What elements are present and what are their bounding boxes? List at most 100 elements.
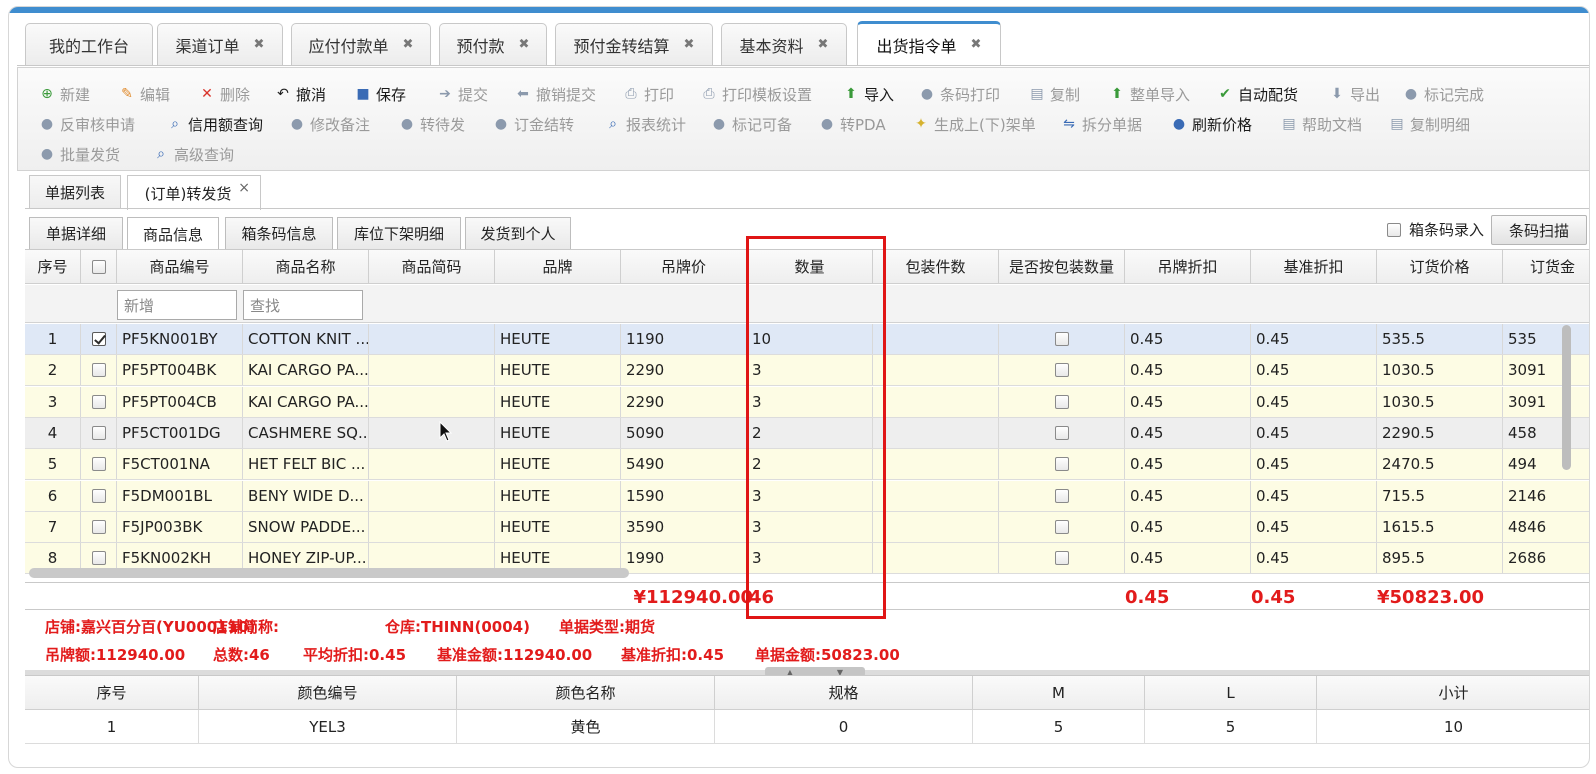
grid-cell[interactable] (999, 386, 1125, 417)
tab-close-icon[interactable]: ✖ (403, 37, 414, 52)
toolbar-search-button[interactable]: ⌕ 高级查询 (152, 142, 234, 166)
toolbar-save-button[interactable]: ■ 保存 (354, 82, 406, 106)
inner-tab-5[interactable]: 发货到个人 (465, 217, 571, 249)
toolbar-document-button[interactable]: ▤ 复制明细 (1388, 112, 1470, 136)
filter-new-input[interactable]: 新增 (117, 290, 237, 320)
toolbar-user-button[interactable]: ● 反审核申请 (38, 112, 135, 136)
pack-quantity-checkbox[interactable] (1054, 363, 1069, 378)
toolbar-user-button[interactable]: ● 条码打印 (918, 82, 1000, 106)
grid-header-cell[interactable]: 商品编号 (117, 250, 243, 284)
toolbar-user-button[interactable]: ● 批量发货 (38, 142, 120, 166)
grid-header-cell[interactable]: 订货价格 (1377, 250, 1503, 284)
tab-close-icon[interactable]: ✖ (254, 37, 265, 52)
horizontal-scrollbar[interactable] (29, 568, 629, 578)
sub-tab-close-icon[interactable]: × (238, 180, 250, 196)
grid-cell[interactable] (81, 386, 117, 417)
grid-cell[interactable] (999, 355, 1125, 386)
pack-quantity-checkbox[interactable] (1054, 551, 1069, 566)
toolbar-user-button[interactable]: ● 标记可备 (710, 112, 792, 136)
grid-cell[interactable] (999, 449, 1125, 480)
grid-cell[interactable] (81, 324, 117, 354)
box-code-toggle[interactable]: 箱条码录入 (1387, 219, 1484, 240)
main-tab-4[interactable]: 预付款 ✖ (439, 23, 547, 65)
grid-cell[interactable] (81, 449, 117, 480)
toolbar-user-button[interactable]: ● 修改备注 (288, 112, 370, 136)
grid-header-cell[interactable]: 订货金 (1503, 250, 1589, 284)
grid-cell[interactable] (81, 511, 117, 542)
pack-quantity-checkbox[interactable] (1054, 519, 1069, 534)
main-tab-5[interactable]: 预付金转结算 ✖ (555, 23, 713, 65)
tab-close-icon[interactable]: ✖ (684, 37, 695, 52)
toolbar-printer-button[interactable]: ⎙ 打印 (622, 82, 674, 106)
grid-header-cell[interactable]: 是否按包装数量 (999, 250, 1125, 284)
grid-header-cell[interactable]: 商品简码 (369, 250, 495, 284)
sub-tab-2[interactable]: (订单)转发货 × (127, 175, 261, 210)
toolbar-copy-button[interactable]: ▤ 复制 (1028, 82, 1080, 106)
main-tab-2[interactable]: 渠道订单 ✖ (157, 23, 283, 65)
grid-cell[interactable] (999, 511, 1125, 542)
row-select-checkbox[interactable] (91, 488, 106, 503)
grid-cell[interactable] (999, 324, 1125, 354)
toolbar-import-arrow-button[interactable]: ⬆ 整单导入 (1108, 82, 1190, 106)
tab-close-icon[interactable]: ✖ (818, 37, 829, 52)
grid-header-cell[interactable]: 商品名称 (243, 250, 369, 284)
toolbar-user-button[interactable]: ● 刷新价格 (1170, 112, 1252, 136)
main-tab-7[interactable]: 出货指令单 ✖ (857, 21, 1001, 65)
toolbar-user-button[interactable]: ● 订金结转 (492, 112, 574, 136)
toolbar-submit-arrow-button[interactable]: ➔ 提交 (436, 82, 488, 106)
grid-header-cell[interactable]: 包装件数 (873, 250, 999, 284)
toolbar-printer-button[interactable]: ⎙ 打印模板设置 (700, 82, 812, 106)
toolbar-check-button[interactable]: ✔ 自动配货 (1216, 82, 1298, 106)
toolbar-user-button[interactable]: ● 标记完成 (1402, 82, 1484, 106)
row-select-checkbox[interactable] (91, 425, 106, 440)
grid-cell[interactable] (999, 480, 1125, 511)
main-tab-3[interactable]: 应付付款单 ✖ (291, 23, 431, 65)
grid-cell[interactable] (81, 480, 117, 511)
row-select-checkbox[interactable] (91, 519, 106, 534)
pack-quantity-checkbox[interactable] (1054, 425, 1069, 440)
tab-close-icon[interactable]: ✖ (971, 37, 982, 52)
vertical-scrollbar[interactable] (1562, 325, 1571, 470)
grid-cell[interactable] (81, 417, 117, 448)
toolbar-lightbulb-button[interactable]: ✦ 生成上(下)架单 (912, 112, 1036, 136)
barcode-scan-button[interactable]: 条码扫描 (1491, 215, 1587, 245)
row-select-checkbox[interactable] (91, 363, 106, 378)
toolbar-edit-button[interactable]: ✎ 编辑 (118, 82, 170, 106)
pack-quantity-checkbox[interactable] (1054, 394, 1069, 409)
grid-header-cell[interactable]: 序号 (25, 250, 81, 284)
toolbar-split-button[interactable]: ⇋ 拆分单据 (1060, 112, 1142, 136)
toolbar-delete-button[interactable]: ✕ 删除 (198, 82, 250, 106)
pack-quantity-checkbox[interactable] (1054, 457, 1069, 472)
grid-header-cell[interactable]: 基准折扣 (1251, 250, 1377, 284)
toolbar-search-button[interactable]: ⌕ 信用额查询 (166, 112, 263, 136)
main-tab-6[interactable]: 基本资料 ✖ (721, 23, 847, 65)
sub-tab-1[interactable]: 单据列表 (29, 175, 121, 209)
tab-close-icon[interactable]: ✖ (519, 37, 530, 52)
toolbar-user-button[interactable]: ● 转待发 (398, 112, 465, 136)
grid-header-cell[interactable]: 吊牌折扣 (1125, 250, 1251, 284)
main-tab-1[interactable]: 我的工作台 (25, 23, 153, 65)
toolbar-search-button[interactable]: ⌕ 报表统计 (604, 112, 686, 136)
inner-tab-3[interactable]: 箱条码信息 (225, 217, 333, 249)
grid-cell[interactable] (81, 355, 117, 386)
toolbar-undo-button[interactable]: ↶ 撤消 (274, 82, 326, 106)
select-all-checkbox[interactable] (91, 259, 106, 274)
row-select-checkbox[interactable] (91, 332, 106, 346)
box-code-checkbox[interactable] (1387, 222, 1401, 237)
row-select-checkbox[interactable] (91, 394, 106, 409)
grid-header-cell[interactable] (81, 250, 117, 284)
row-select-checkbox[interactable] (91, 457, 106, 472)
inner-tab-4[interactable]: 库位下架明细 (337, 217, 461, 249)
pack-quantity-checkbox[interactable] (1054, 488, 1069, 503)
row-select-checkbox[interactable] (91, 551, 106, 566)
toolbar-user-button[interactable]: ● 转PDA (818, 112, 886, 136)
toolbar-export-arrow-button[interactable]: ⬇ 导出 (1328, 82, 1380, 106)
pack-quantity-checkbox[interactable] (1054, 332, 1069, 346)
toolbar-revoke-arrow-button[interactable]: ⬅ 撤销提交 (514, 82, 596, 106)
grid-cell[interactable] (999, 543, 1125, 574)
filter-find-input[interactable]: 查找 (243, 290, 363, 320)
inner-tab-2[interactable]: 商品信息 (127, 217, 219, 250)
grid-cell[interactable] (999, 417, 1125, 448)
inner-tab-1[interactable]: 单据详细 (29, 217, 123, 249)
grid-header-cell[interactable]: 吊牌价 (621, 250, 747, 284)
